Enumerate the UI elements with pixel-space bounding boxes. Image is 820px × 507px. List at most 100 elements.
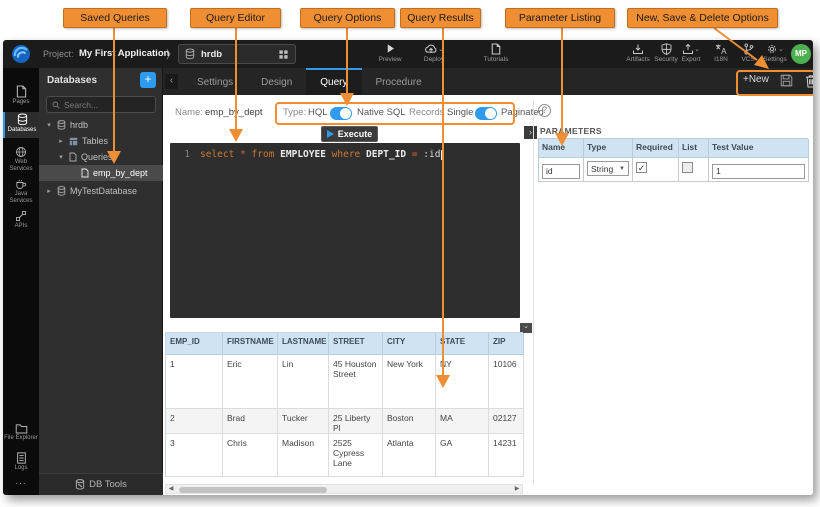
- log-file-icon: [3, 450, 39, 464]
- sidebar-item-logs[interactable]: Logs: [3, 450, 39, 472]
- tab-design[interactable]: Design: [247, 68, 306, 95]
- table-row[interactable]: 1Eric Lin45 Houston Street New YorkNY 10…: [166, 355, 523, 409]
- tree-node-hrdb[interactable]: ▾ hrdb: [39, 118, 163, 132]
- app-screenshot: Saved Queries Query Editor Query Options…: [0, 0, 820, 507]
- sidebar-item-file-explorer[interactable]: File Explorer: [3, 420, 39, 442]
- scroll-left-arrow[interactable]: ◀: [166, 485, 176, 493]
- list-checkbox[interactable]: [682, 162, 693, 173]
- caret-right-icon[interactable]: ▸: [57, 137, 65, 145]
- callout-query-results: Query Results: [400, 8, 481, 28]
- caret-right-icon[interactable]: ▸: [45, 187, 53, 195]
- table-icon: [69, 137, 78, 146]
- sidebar-item-databases[interactable]: Databases: [3, 112, 39, 138]
- col-header[interactable]: CITY: [383, 333, 436, 355]
- type-option-native-sql[interactable]: Native SQL: [357, 107, 406, 118]
- deploy-button[interactable]: ⌄ Deploy: [412, 42, 456, 66]
- ellipsis-icon: ...: [15, 476, 26, 487]
- database-selector[interactable]: hrdb: [178, 44, 296, 64]
- tab-bar: ‹ Settings Design Query Procedure +New: [163, 68, 813, 95]
- tab-query[interactable]: Query: [306, 68, 361, 95]
- user-avatar[interactable]: MP: [791, 44, 811, 64]
- play-icon: [327, 130, 334, 138]
- database-icon: [57, 186, 66, 196]
- query-file-icon: [81, 168, 89, 178]
- col-header: Name: [539, 139, 584, 158]
- new-query-button[interactable]: +New: [743, 74, 769, 85]
- tree-node-emp-by-dept[interactable]: emp_by_dept: [39, 165, 163, 181]
- caret-down-icon[interactable]: ▾: [57, 153, 65, 161]
- tree-node-queries[interactable]: ▾ Queries: [39, 150, 163, 164]
- col-header[interactable]: STREET: [329, 333, 383, 355]
- col-header[interactable]: FIRSTNAME: [223, 333, 278, 355]
- ide-window: Project: My First Application 〉 hrdb Pre: [3, 40, 813, 495]
- parameter-name-input[interactable]: [542, 164, 580, 179]
- preview-button[interactable]: Preview: [370, 42, 410, 66]
- query-results-table: EMP_ID FIRSTNAME LASTNAME STREET CITY ST…: [165, 332, 523, 477]
- sidebar-item-web-services[interactable]: Web Services: [3, 144, 39, 172]
- sql-editor[interactable]: 1 select * from EMPLOYEE where DEPT_ID =…: [170, 143, 520, 318]
- sidebar-item-java-services[interactable]: Java Services: [3, 176, 39, 204]
- collapse-panel-button[interactable]: ‹: [165, 74, 178, 89]
- tab-procedure[interactable]: Procedure: [362, 68, 436, 95]
- horizontal-scrollbar[interactable]: ◀ ▶: [165, 484, 523, 494]
- records-toggle[interactable]: [475, 107, 497, 120]
- col-header[interactable]: STATE: [436, 333, 489, 355]
- scroll-right-arrow[interactable]: ▶: [512, 485, 522, 493]
- sidebar-item-apis[interactable]: APIs: [3, 208, 39, 230]
- expand-panel-button[interactable]: ›: [524, 126, 537, 139]
- test-value-input[interactable]: [712, 164, 805, 179]
- add-database-button[interactable]: +: [140, 72, 156, 88]
- execute-button[interactable]: Execute: [321, 126, 378, 142]
- api-nodes-icon: [3, 208, 39, 222]
- sql-code-line: select * from EMPLOYEE where DEPT_ID = :…: [200, 149, 442, 160]
- save-icon: [780, 74, 793, 87]
- trash-icon: [805, 74, 813, 88]
- tree-node-mytestdatabase[interactable]: ▸ MyTestDatabase: [39, 184, 163, 198]
- delete-query-button[interactable]: [805, 74, 813, 88]
- table-row[interactable]: 2Brad Tucker25 Liberty Pl BostonMA 02127: [166, 409, 523, 434]
- col-header: Test Value: [709, 139, 809, 158]
- scrollbar-thumb[interactable]: [179, 487, 327, 493]
- records-option-single[interactable]: Single: [447, 107, 473, 118]
- tab-settings[interactable]: Settings: [183, 68, 247, 95]
- databases-panel-title: Databases: [47, 75, 97, 86]
- tree-node-tables[interactable]: ▸ Tables: [39, 134, 163, 148]
- table-row[interactable]: 3Chris Madison2525 Cypress Lane AtlantaG…: [166, 434, 523, 477]
- parameters-header-row: Name Type Required List Test Value: [539, 139, 808, 158]
- parameter-row: String▼ ✓: [539, 158, 808, 182]
- folder-icon: [3, 420, 39, 434]
- parameters-table: Name Type Required List Test Value Strin…: [538, 138, 808, 182]
- type-option-hql[interactable]: HQL: [308, 107, 328, 118]
- search-placeholder: Search...: [64, 100, 98, 110]
- left-icon-bar: Pages Databases: [3, 68, 39, 495]
- col-header[interactable]: ZIP: [489, 333, 524, 355]
- coffee-icon: [3, 176, 39, 190]
- help-icon[interactable]: ?: [538, 104, 551, 117]
- db-tools-button[interactable]: DB Tools: [39, 473, 163, 495]
- database-search-input[interactable]: Search...: [46, 96, 156, 113]
- callout-query-options: Query Options: [300, 8, 395, 28]
- parameter-type-select[interactable]: String▼: [587, 161, 629, 176]
- col-header: Type: [584, 139, 633, 158]
- grid-icon[interactable]: [278, 49, 289, 60]
- page-icon: [3, 84, 39, 98]
- query-file-icon: [69, 152, 77, 162]
- callout-query-editor: Query Editor: [190, 8, 281, 28]
- results-header-row: EMP_ID FIRSTNAME LASTNAME STREET CITY ST…: [166, 333, 523, 355]
- settings-button[interactable]: ⌄ Settings: [755, 42, 795, 66]
- callout-parameter-listing: Parameter Listing: [505, 8, 615, 28]
- required-checkbox[interactable]: ✓: [636, 162, 647, 173]
- text-cursor: [441, 150, 442, 160]
- save-query-button[interactable]: [780, 74, 793, 87]
- caret-down-icon: ▼: [619, 166, 625, 172]
- tutorials-button[interactable]: Tutorials: [474, 42, 518, 66]
- panel-divider: [533, 101, 534, 485]
- caret-down-icon[interactable]: ▾: [45, 121, 53, 129]
- sidebar-item-pages[interactable]: Pages: [3, 84, 39, 106]
- project-label: Project:: [43, 49, 74, 59]
- col-header[interactable]: EMP_ID: [166, 333, 223, 355]
- line-number: 1: [170, 149, 190, 160]
- type-toggle[interactable]: [330, 107, 352, 120]
- more-options-button[interactable]: ...: [3, 476, 39, 487]
- col-header[interactable]: LASTNAME: [278, 333, 329, 355]
